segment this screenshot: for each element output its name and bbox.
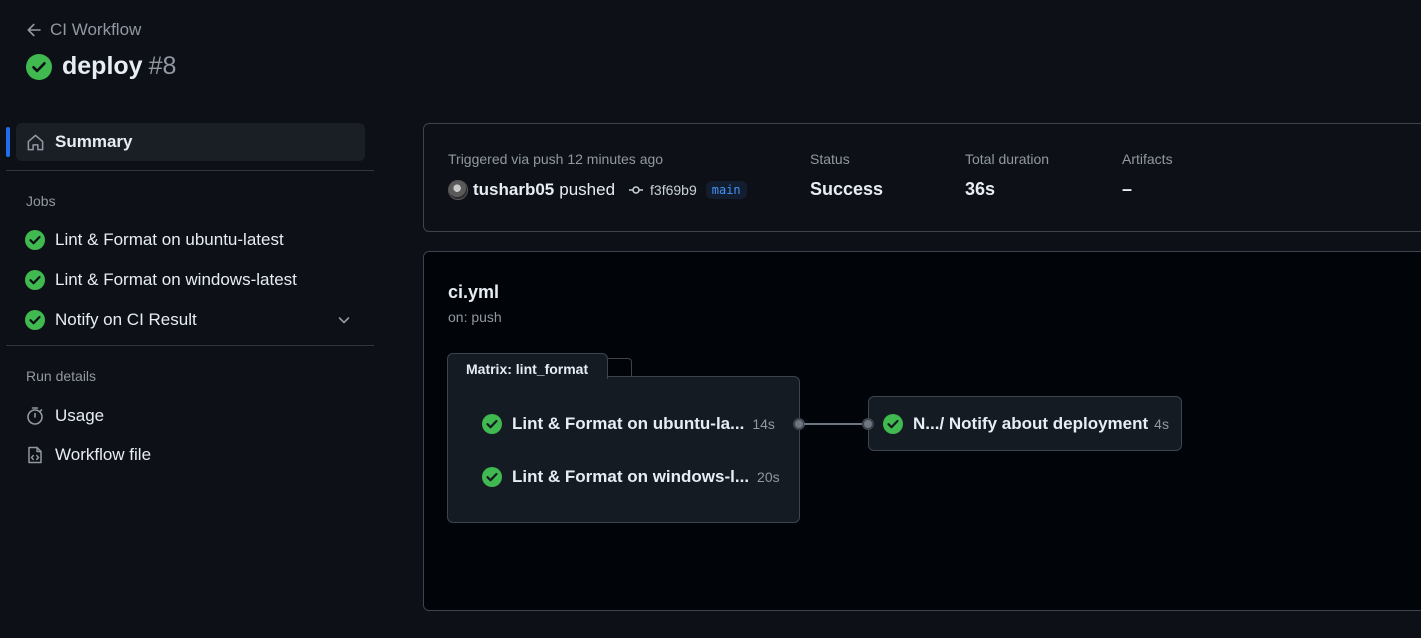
- artifacts-label: Artifacts: [1122, 151, 1173, 167]
- artifacts-meta: Artifacts –: [1122, 151, 1173, 200]
- sidebar-divider: [6, 170, 374, 171]
- downstream-job-label: N.../ Notify about deployment: [913, 413, 1149, 433]
- workflow-trigger: on: push: [448, 309, 502, 325]
- back-link-label: CI Workflow: [50, 20, 142, 39]
- success-check-icon: [883, 413, 903, 434]
- jobs-heading: Jobs: [26, 193, 56, 209]
- workflow-run-name: deploy: [62, 52, 143, 80]
- connector-line: [804, 423, 862, 425]
- run-sidebar: Summary Jobs Lint & Format on ubuntu-lat…: [6, 123, 374, 474]
- matrix-group: Lint & Format on ubuntu-la... 14s Lint &…: [447, 376, 800, 523]
- status-meta: Status Success: [810, 151, 883, 200]
- success-check-icon: [25, 230, 45, 250]
- sidebar-item-workflow-file[interactable]: Workflow file: [6, 435, 374, 474]
- run-details-heading: Run details: [26, 368, 97, 384]
- success-check-icon: [482, 467, 502, 487]
- stopwatch-icon: [25, 406, 45, 426]
- matrix-tab-edge: [608, 358, 632, 378]
- commit-link[interactable]: f3f69b9: [628, 182, 697, 198]
- sidebar-job-ubuntu[interactable]: Lint & Format on ubuntu-latest: [6, 220, 374, 260]
- success-check-icon: [25, 310, 45, 330]
- job-duration: 4s: [1154, 415, 1169, 432]
- detail-label: Workflow file: [55, 444, 152, 464]
- run-number: #8: [148, 52, 177, 80]
- branch-badge[interactable]: main: [705, 181, 747, 199]
- pusher-username[interactable]: tusharb05: [473, 180, 554, 200]
- downstream-job-notify[interactable]: N.../ Notify about deployment 4s: [868, 396, 1182, 451]
- job-duration: 20s: [757, 469, 780, 485]
- success-check-icon: [482, 414, 502, 434]
- connector-dot: [862, 418, 874, 430]
- avatar[interactable]: [448, 180, 468, 200]
- sidebar-item-summary[interactable]: Summary: [6, 123, 365, 161]
- trigger-text: Triggered via push 12 minutes ago: [448, 151, 664, 167]
- status-value: Success: [810, 179, 884, 199]
- matrix-job-windows[interactable]: Lint & Format on windows-l... 20s: [482, 467, 780, 487]
- chevron-down-icon[interactable]: [336, 312, 352, 328]
- workflow-graph-panel: ci.yml on: push Matrix: lint_format Lint…: [423, 251, 1421, 611]
- git-commit-icon: [628, 182, 644, 198]
- sidebar-summary-label: Summary: [55, 132, 133, 151]
- file-code-icon: [25, 445, 45, 465]
- commit-sha: f3f69b9: [650, 182, 697, 198]
- success-check-icon: [26, 53, 52, 80]
- matrix-job-ubuntu[interactable]: Lint & Format on ubuntu-la... 14s: [482, 414, 775, 434]
- sidebar-job-windows[interactable]: Lint & Format on windows-latest: [6, 260, 374, 300]
- sidebar-item-usage[interactable]: Usage: [6, 396, 374, 435]
- job-label: Lint & Format on ubuntu-latest: [55, 230, 284, 249]
- run-title: deploy #8: [26, 52, 176, 81]
- home-icon: [26, 133, 45, 152]
- detail-label: Usage: [55, 405, 105, 425]
- workflow-file-name: ci.yml: [448, 282, 500, 302]
- job-label: Lint & Format on windows-latest: [55, 270, 297, 289]
- arrow-left-icon: [26, 22, 42, 38]
- push-action: pushed: [559, 180, 616, 199]
- matrix-label: Matrix: lint_format: [447, 353, 608, 379]
- status-label: Status: [810, 151, 850, 167]
- run-summary-panel: Triggered via push 12 minutes ago tushar…: [423, 123, 1421, 232]
- matrix-job-label: Lint & Format on ubuntu-la...: [512, 414, 745, 433]
- push-info: tusharb05 pushed f3f69b9 main: [448, 180, 747, 200]
- sidebar-job-notify[interactable]: Notify on CI Result: [6, 300, 374, 340]
- back-to-workflow-link[interactable]: CI Workflow: [26, 19, 141, 41]
- duration-label: Total duration: [965, 151, 1050, 167]
- job-label: Notify on CI Result: [55, 310, 197, 329]
- job-duration: 14s: [752, 416, 775, 432]
- duration-meta: Total duration 36s: [965, 151, 1049, 200]
- duration-value: 36s: [965, 179, 996, 199]
- sidebar-divider: [6, 345, 374, 346]
- artifacts-value: –: [1122, 179, 1133, 199]
- matrix-job-label: Lint & Format on windows-l...: [512, 467, 750, 486]
- success-check-icon: [25, 270, 45, 290]
